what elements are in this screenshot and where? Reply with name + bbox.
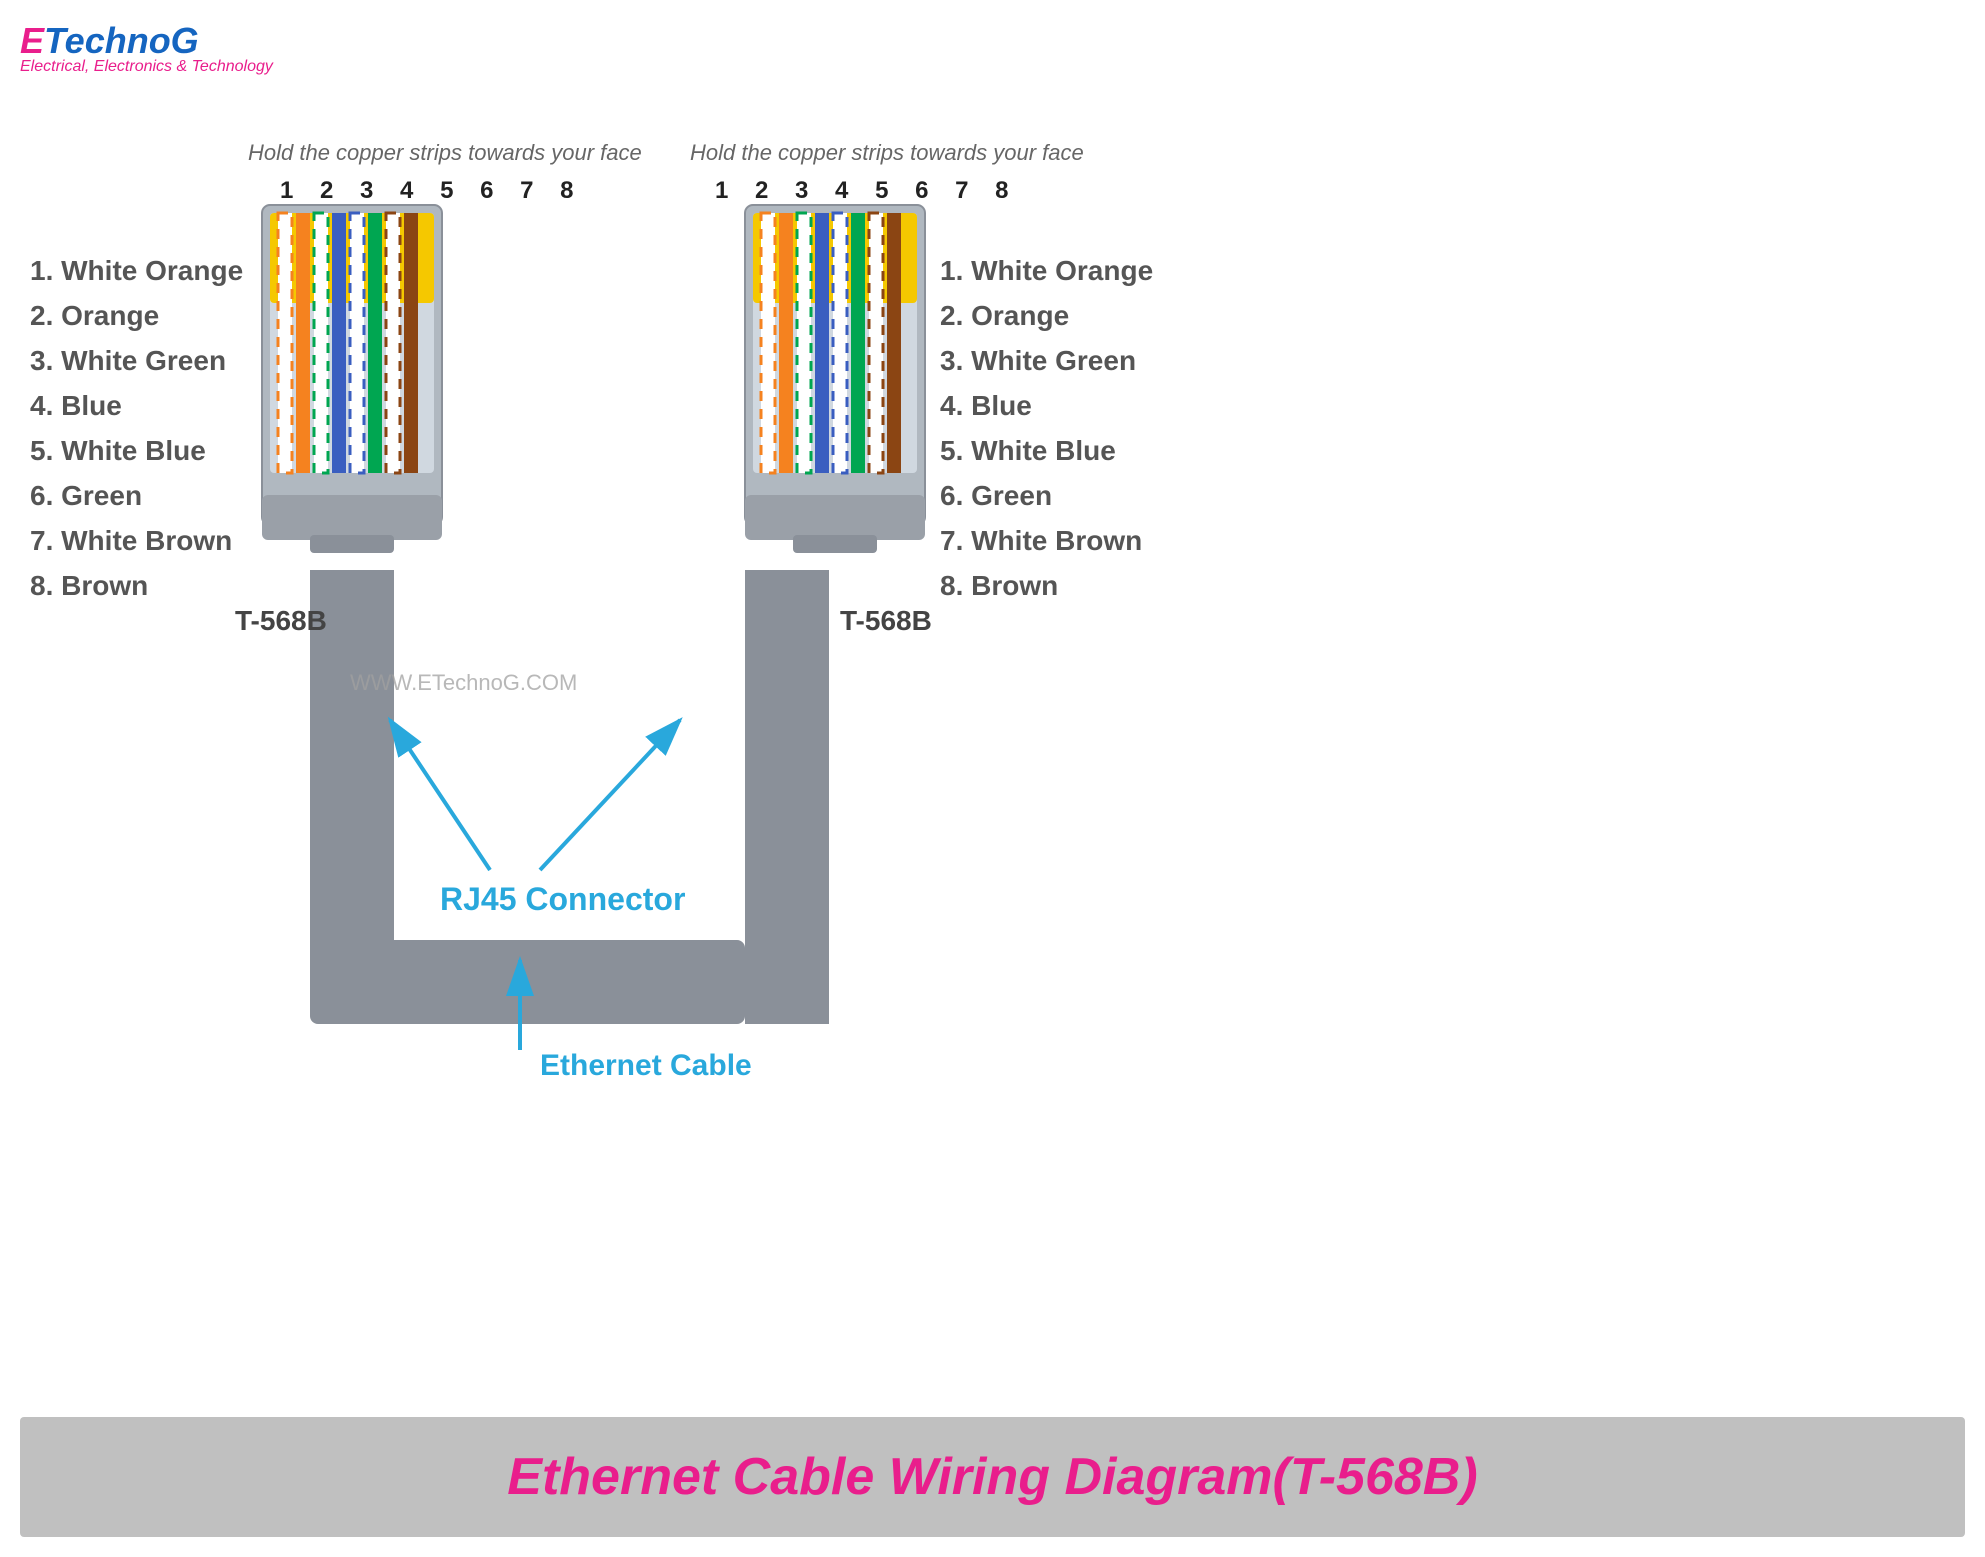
svg-text:Hold the copper strips towards: Hold the copper strips towards your face: [248, 140, 642, 165]
bottom-banner: Ethernet Cable Wiring Diagram(T-568B): [20, 1417, 1965, 1537]
svg-text:8. Brown: 8. Brown: [30, 570, 148, 601]
svg-text:T-568B: T-568B: [235, 605, 327, 636]
svg-text:1 2 3 4 5 6 7 8: 1 2 3 4 5 6 7 8: [280, 177, 583, 204]
svg-text:Ethernet Cable: Ethernet Cable: [540, 1049, 752, 1082]
svg-text:7. White Brown: 7. White Brown: [940, 525, 1142, 556]
svg-text:1. White Orange: 1. White Orange: [940, 255, 1153, 286]
svg-text:3. White Green: 3. White Green: [940, 345, 1136, 376]
svg-text:2. Orange: 2. Orange: [940, 300, 1069, 331]
svg-text:3. White Green: 3. White Green: [30, 345, 226, 376]
svg-text:T-568B: T-568B: [840, 605, 932, 636]
svg-text:8. Brown: 8. Brown: [940, 570, 1058, 601]
svg-text:6. Green: 6. Green: [30, 480, 142, 511]
svg-text:5. White Blue: 5. White Blue: [30, 435, 206, 466]
svg-text:6. Green: 6. Green: [940, 480, 1052, 511]
svg-text:4. Blue: 4. Blue: [30, 390, 122, 421]
svg-text:5. White Blue: 5. White Blue: [940, 435, 1116, 466]
svg-text:RJ45 Connector: RJ45 Connector: [440, 881, 685, 917]
banner-text: Ethernet Cable Wiring Diagram(T-568B): [507, 1447, 1477, 1507]
svg-text:4. Blue: 4. Blue: [940, 390, 1032, 421]
svg-text:Hold the copper strips towards: Hold the copper strips towards your face: [690, 140, 1084, 165]
svg-text:2. Orange: 2. Orange: [30, 300, 159, 331]
svg-text:1. White Orange: 1. White Orange: [30, 255, 243, 286]
svg-text:WWW.ETechnoG.COM: WWW.ETechnoG.COM: [350, 670, 577, 695]
svg-text:7. White Brown: 7. White Brown: [30, 525, 232, 556]
svg-text:1 2 3 4 5 6 7 8: 1 2 3 4 5 6 7 8: [715, 177, 1018, 204]
